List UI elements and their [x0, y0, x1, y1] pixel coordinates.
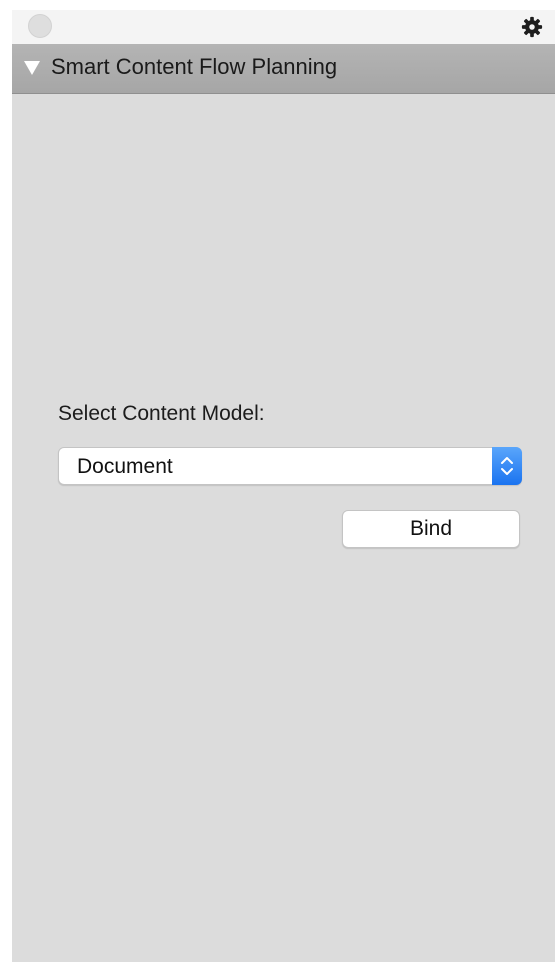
up-down-chevron-icon [501, 457, 513, 475]
page: Smart Content Flow Planning Select Conte… [0, 0, 555, 962]
content-model-label: Select Content Model: [58, 402, 265, 425]
content-model-value: Document [77, 455, 173, 478]
section-header[interactable]: Smart Content Flow Planning [12, 44, 555, 94]
content-model-select[interactable]: Document [58, 447, 522, 485]
section-title: Smart Content Flow Planning [51, 54, 338, 79]
bind-button[interactable]: Bind [342, 510, 520, 548]
panel-titlebar [12, 10, 555, 44]
plugin-panel: Smart Content Flow Planning Select Conte… [12, 10, 555, 962]
gear-icon[interactable] [521, 16, 543, 38]
select-stepper[interactable] [492, 447, 522, 485]
close-button[interactable] [28, 14, 52, 38]
triangle-down-icon[interactable] [24, 61, 40, 75]
